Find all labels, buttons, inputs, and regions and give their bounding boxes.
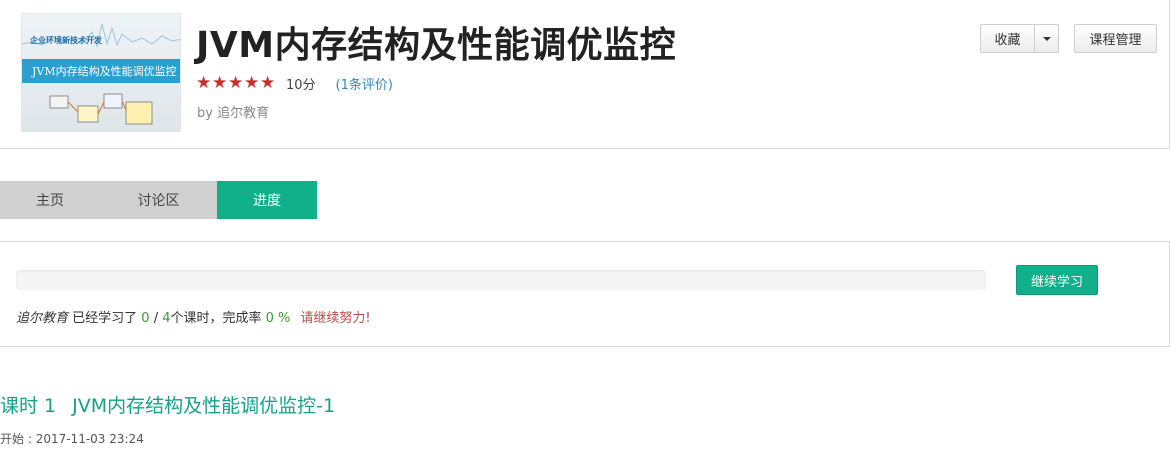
lesson-number: 课时 1 xyxy=(0,395,57,417)
progress-summary: 追尔教育 已经学习了 0 / 4个课时，完成率 0 % 请继续努力! xyxy=(16,307,371,326)
progress-text-lessons: 个课时，完成率 xyxy=(170,311,266,326)
progress-rate: 0 % xyxy=(265,311,291,326)
progress-panel: 继续学习 追尔教育 已经学习了 0 / 4个课时，完成率 0 % 请继续努力! xyxy=(0,241,1170,347)
star-icon: ★ xyxy=(244,73,260,93)
course-cover-image[interactable]: 企业环境新技术开发 JVM内存结构及性能调优监控 xyxy=(21,13,181,132)
course-rating: ★ ★ ★ ★ ★ 10分 (1条评价) xyxy=(196,73,393,93)
progress-total-count: 4 xyxy=(162,311,171,326)
favorite-button[interactable]: 收藏 xyxy=(980,24,1035,53)
favorite-dropdown-button[interactable] xyxy=(1034,24,1059,53)
lesson-start-value: 2017-11-03 23:24 xyxy=(35,432,144,446)
progress-separator: / xyxy=(149,311,163,326)
star-icon: ★ xyxy=(228,73,244,93)
continue-learning-button[interactable]: 继续学习 xyxy=(1016,265,1098,295)
cover-subtitle: 企业环境新技术开发 xyxy=(30,35,102,45)
star-icon: ★ xyxy=(212,73,228,93)
rating-stars: ★ ★ ★ ★ ★ xyxy=(196,73,276,93)
course-header: 企业环境新技术开发 JVM内存结构及性能调优监控 JVM内存结构及性能调优监控 … xyxy=(0,0,1170,149)
star-icon: ★ xyxy=(196,73,212,93)
cover-diagram-graphic xyxy=(49,93,153,125)
star-icon: ★ xyxy=(260,73,276,93)
progress-text-learned: 已经学习了 xyxy=(68,311,142,326)
progress-bar xyxy=(16,270,986,290)
progress-learned-count: 0 xyxy=(141,311,150,326)
course-manage-button[interactable]: 课程管理 xyxy=(1074,24,1157,53)
course-title: JVM内存结构及性能调优监控 xyxy=(196,25,677,66)
reviews-link[interactable]: (1条评价) xyxy=(336,74,393,93)
lesson-name: JVM内存结构及性能调优监控-1 xyxy=(72,395,336,417)
course-author: by 追尔教育 xyxy=(197,106,270,121)
lesson-title-link[interactable]: 课时 1 JVM内存结构及性能调优监控-1 xyxy=(0,391,335,418)
tab-progress[interactable]: 进度 xyxy=(217,181,317,219)
tab-home[interactable]: 主页 xyxy=(0,181,100,219)
lesson-start-label: 开始 : xyxy=(0,432,36,446)
lesson-start-time: 开始 : 2017-11-03 23:24 xyxy=(0,430,144,447)
cover-wave-graphic xyxy=(22,23,180,48)
progress-encourage: 请继续努力! xyxy=(300,311,371,326)
progress-user: 追尔教育 xyxy=(16,311,69,326)
caret-down-icon xyxy=(1042,36,1051,41)
cover-band: JVM内存结构及性能调优监控 xyxy=(22,59,180,83)
tab-discussion[interactable]: 讨论区 xyxy=(100,181,217,219)
course-tabs: 主页 讨论区 进度 xyxy=(0,181,317,219)
rating-score: 10分 xyxy=(286,77,316,93)
cover-band-title: JVM内存结构及性能调优监控 xyxy=(32,65,177,78)
